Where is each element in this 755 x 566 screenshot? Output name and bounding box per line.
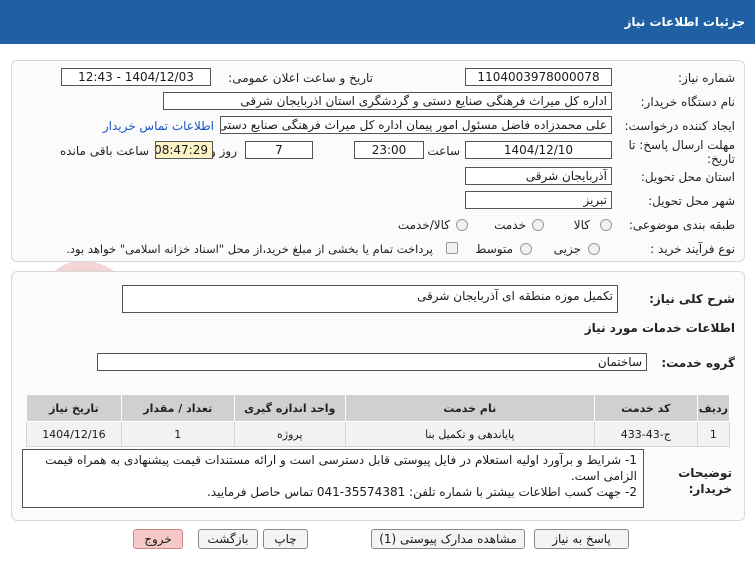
need-number-label: شماره نیاز:: [678, 71, 735, 85]
deadline-time-label: ساعت: [427, 144, 460, 158]
cell-unit: پروژه: [233, 421, 346, 447]
category-radio-service[interactable]: [532, 219, 544, 231]
process-radio-minor[interactable]: [588, 243, 600, 255]
reply-to-need-button[interactable]: پاسخ به نیاز: [534, 529, 629, 549]
remaining-label: ساعت باقی مانده: [59, 144, 149, 158]
province-label: استان محل تحویل:: [640, 170, 735, 184]
deadline-time-field: 23:00: [354, 141, 424, 159]
table-header-row: ردیف کد خدمت نام خدمت واحد اندازه گیری ت…: [26, 394, 731, 422]
buyer-org-label: نام دستگاه خریدار:: [640, 95, 736, 109]
announce-label: تاریخ و ساعت اعلان عمومی:: [228, 71, 373, 85]
table-row: 1 ج-43-433 پایاندهی و تکمیل بنا پروژه 1 …: [26, 421, 731, 447]
category-option-goods-service: کالا/خدمت: [397, 218, 450, 232]
description-line-2: 2- جهت کسب اطلاعات بیشتر با شماره تلفن: …: [206, 485, 637, 499]
need-number-field: 1104003978000078: [465, 68, 612, 86]
buyer-org-field: اداره کل میراث فرهنگی صنایع دستی و گردشگ…: [163, 92, 612, 110]
days-field: 7: [245, 141, 313, 159]
cell-service-code: ج-43-433: [593, 421, 698, 447]
process-option-minor: جزیی: [553, 242, 581, 256]
back-button[interactable]: بازگشت: [198, 529, 258, 549]
cell-service-name: پایاندهی و تکمیل بنا: [344, 421, 595, 447]
col-header-service-code: کد خدمت: [593, 394, 698, 422]
col-header-need-date: تاریخ نیاز: [26, 394, 122, 422]
category-radio-goods-service[interactable]: [456, 219, 468, 231]
province-field: آذربایجان شرقی: [465, 167, 612, 185]
cell-row-number: 1: [696, 421, 731, 447]
payment-note: پرداخت تمام یا بخشی از مبلغ خرید،از محل …: [66, 242, 433, 256]
summary-field: تکمیل موزه منطقه ای آذربایجان شرقی: [122, 285, 618, 313]
col-header-quantity: تعداد / مقدار: [120, 394, 235, 422]
remaining-time-field: 08:47:29: [155, 141, 213, 159]
city-field: تبریز: [465, 191, 612, 209]
city-label: شهر محل تحویل:: [648, 194, 735, 208]
description-line-1: 1- شرایط و برآورد اولیه استعلام در فایل …: [45, 453, 637, 483]
buyer-description-field: 1- شرایط و برآورد اولیه استعلام در فایل …: [22, 449, 644, 508]
buyer-description-label: توضیحات خریدار:: [678, 466, 732, 496]
process-radio-medium[interactable]: [520, 243, 532, 255]
category-label: طبقه بندی موضوعی:: [628, 218, 735, 232]
service-group-field: ساختمان: [97, 353, 647, 371]
category-radio-goods[interactable]: [600, 219, 612, 231]
view-attachments-button[interactable]: مشاهده مدارک پیوستی (1): [371, 529, 525, 549]
service-group-label: گروه خدمت:: [661, 356, 735, 370]
page-title: جزئیات اطلاعات نیاز: [624, 15, 745, 29]
contact-buyer-link[interactable]: اطلاعات تماس خریدار: [103, 119, 214, 133]
announce-field: 1404/12/03 - 12:43: [61, 68, 211, 86]
exit-button[interactable]: خروج: [133, 529, 183, 549]
print-button[interactable]: چاپ: [263, 529, 308, 549]
services-heading: اطلاعات خدمات مورد نیاز: [584, 321, 735, 335]
cell-quantity: 1: [120, 421, 235, 447]
services-table: ردیف کد خدمت نام خدمت واحد اندازه گیری ت…: [26, 394, 731, 447]
treasury-payment-checkbox[interactable]: [446, 242, 458, 254]
creator-label: ایجاد کننده درخواست:: [624, 119, 735, 133]
creator-field: علی محمدزاده فاضل مسئول امور پیمان اداره…: [220, 116, 612, 134]
process-option-medium: متوسط: [475, 242, 513, 256]
category-option-goods: کالا: [573, 218, 590, 232]
process-label: نوع فرآیند خرید :: [650, 242, 735, 256]
deadline-date-field: 1404/12/10: [465, 141, 612, 159]
deadline-label: مهلت ارسال پاسخ: تا تاریخ:: [628, 138, 735, 166]
summary-label: شرح کلی نیاز:: [649, 292, 735, 306]
col-header-unit: واحد اندازه گیری: [233, 394, 346, 422]
col-header-row-number: ردیف: [696, 394, 731, 422]
col-header-service-name: نام خدمت: [344, 394, 595, 422]
page-header: جزئیات اطلاعات نیاز: [0, 0, 755, 44]
cell-need-date: 1404/12/16: [26, 421, 122, 447]
days-label: روز و: [210, 144, 237, 158]
category-option-service: خدمت: [494, 218, 526, 232]
